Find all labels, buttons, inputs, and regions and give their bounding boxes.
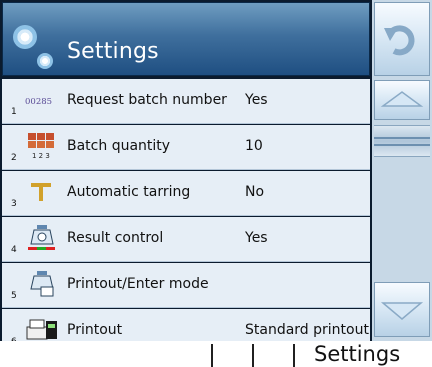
header: Settings	[2, 2, 370, 76]
settings-row-request-batch-number[interactable]: 1 00285 Request batch number Yes	[2, 79, 370, 124]
batch-quantity-icon: 1 2 3	[28, 133, 54, 160]
row-number: 4	[11, 245, 17, 256]
row-value: No	[245, 184, 265, 201]
tare-icon	[31, 183, 51, 202]
scale-result-icon	[28, 225, 55, 251]
row-label: Printout	[67, 322, 123, 339]
svg-text:00285: 00285	[25, 97, 52, 107]
back-arrow-icon	[384, 25, 415, 56]
row-label: Request batch number	[67, 92, 227, 108]
scale-printout-icon	[30, 271, 54, 297]
row-number: 3	[11, 199, 17, 210]
page-title: Settings	[67, 39, 159, 64]
row-value: Yes	[245, 92, 268, 108]
down-arrow-icon	[380, 302, 424, 320]
settings-row-printout-enter-mode[interactable]: 5 Printout/Enter mode	[2, 263, 370, 308]
row-number: 5	[11, 291, 17, 302]
scrollbar[interactable]	[374, 125, 430, 157]
printer-icon	[26, 319, 57, 340]
right-navigation	[372, 0, 432, 341]
settings-row-result-control[interactable]: 4 Result control Yes	[2, 217, 370, 262]
scroll-up-button[interactable]	[374, 80, 430, 120]
row-value: Standard printout	[245, 322, 369, 339]
row-number: 2	[11, 153, 17, 164]
row-label: Automatic tarring	[67, 184, 191, 201]
settings-row-automatic-tarring[interactable]: 3 Automatic tarring No	[2, 171, 370, 216]
batch-number-icon: 00285	[25, 97, 52, 107]
settings-row-printout[interactable]: 6 Printout Standard printout	[2, 309, 370, 341]
settings-list: 1 00285 Request batch number Yes 2 1 2 3…	[2, 79, 370, 341]
scrollbar-grip-line	[374, 144, 430, 146]
row-label: Batch quantity	[67, 138, 171, 155]
settings-row-batch-quantity[interactable]: 2 1 2 3 Batch quantity 10	[2, 125, 370, 170]
scrollbar-grip-line	[374, 137, 430, 139]
status-separator	[211, 344, 213, 367]
settings-gear-small-icon	[37, 53, 53, 69]
settings-gear-icon	[13, 25, 37, 49]
svg-text:1 2 3: 1 2 3	[32, 152, 50, 160]
status-title: Settings	[314, 342, 401, 366]
main-panel: Settings 1 00285 Request batch number Ye…	[0, 0, 372, 341]
status-separator	[293, 344, 295, 367]
back-button[interactable]	[374, 2, 430, 76]
row-label: Result control	[67, 230, 164, 247]
scroll-down-button[interactable]	[374, 282, 430, 337]
row-label: Printout/Enter mode	[67, 276, 209, 293]
row-number: 1	[11, 107, 17, 117]
status-bar: Settings	[0, 341, 432, 367]
up-arrow-icon	[380, 91, 424, 107]
row-value: Yes	[245, 230, 268, 247]
status-separator	[252, 344, 254, 367]
row-value: 10	[245, 138, 263, 155]
screen: Settings 1 00285 Request batch number Ye…	[0, 0, 432, 341]
